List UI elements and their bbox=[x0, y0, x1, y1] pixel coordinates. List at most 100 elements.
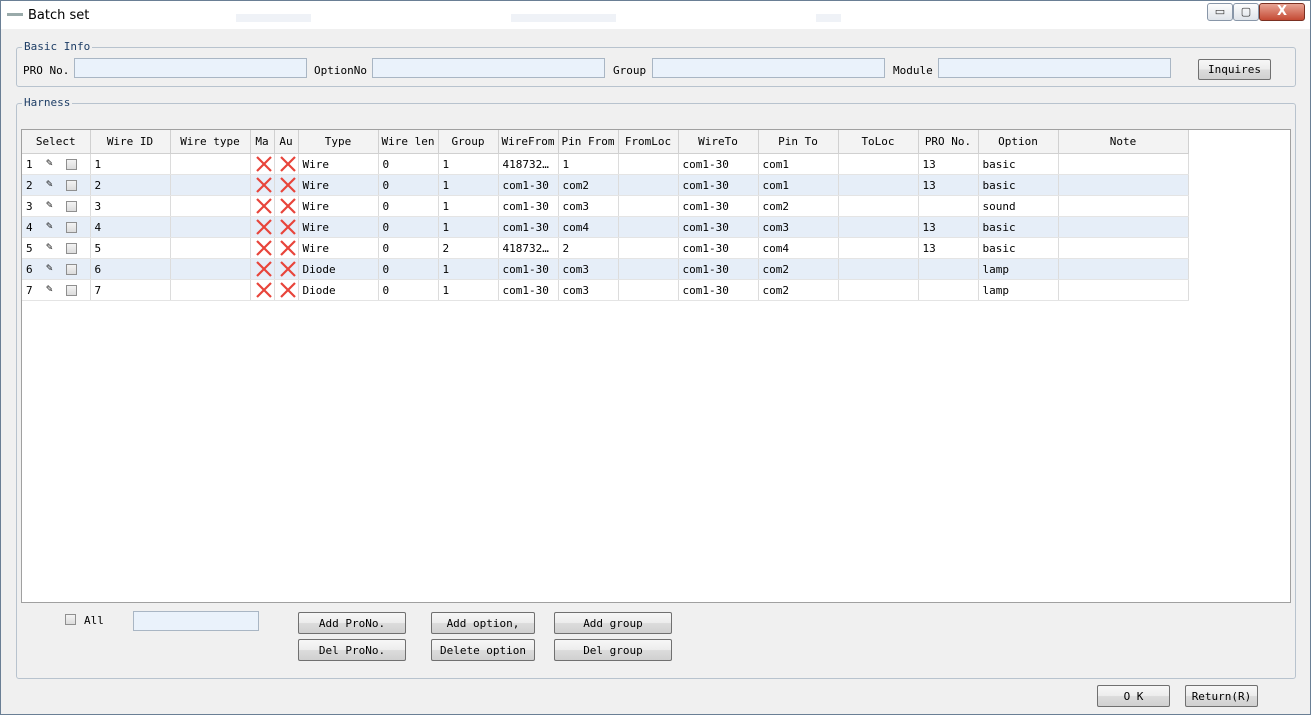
cell-option[interactable]: basic bbox=[978, 153, 1059, 175]
cell-type[interactable]: Diode bbox=[298, 279, 379, 301]
row-checkbox[interactable] bbox=[66, 264, 77, 275]
cell-to-loc[interactable] bbox=[838, 279, 919, 301]
cell-pin-to[interactable]: com3 bbox=[758, 216, 839, 238]
cell-note[interactable] bbox=[1058, 258, 1189, 280]
cell-pin-to[interactable]: com1 bbox=[758, 174, 839, 196]
row-select-cell[interactable]: 7 ✎ bbox=[22, 279, 91, 301]
cell-from-loc[interactable] bbox=[618, 258, 679, 280]
option-no-input[interactable] bbox=[372, 58, 605, 78]
ma-status-cell[interactable] bbox=[250, 216, 275, 238]
cell-to-loc[interactable] bbox=[838, 195, 919, 217]
cell-pin-from[interactable]: com2 bbox=[558, 174, 619, 196]
column-header-to-loc[interactable]: ToLoc bbox=[838, 130, 919, 154]
maximize-button[interactable]: ▢ bbox=[1233, 3, 1259, 21]
cell-to-loc[interactable] bbox=[838, 153, 919, 175]
column-header-wire-type[interactable]: Wire type bbox=[170, 130, 251, 154]
au-status-cell[interactable] bbox=[274, 216, 299, 238]
ma-status-cell[interactable] bbox=[250, 153, 275, 175]
cell-option[interactable]: basic bbox=[978, 174, 1059, 196]
cell-wire-type[interactable] bbox=[170, 216, 251, 238]
row-select-cell[interactable]: 1 ✎ bbox=[22, 153, 91, 175]
cell-wire-len[interactable]: 0 bbox=[378, 195, 439, 217]
cell-pro-no[interactable] bbox=[918, 258, 979, 280]
cell-wire-type[interactable] bbox=[170, 195, 251, 217]
cell-wire-type[interactable] bbox=[170, 153, 251, 175]
ma-status-cell[interactable] bbox=[250, 279, 275, 301]
cell-type[interactable]: Diode bbox=[298, 258, 379, 280]
cell-type[interactable]: Wire bbox=[298, 153, 379, 175]
column-header-pin-from[interactable]: Pin From bbox=[558, 130, 619, 154]
cell-group[interactable]: 1 bbox=[438, 174, 499, 196]
cell-group[interactable]: 1 bbox=[438, 258, 499, 280]
pro-no-input[interactable] bbox=[74, 58, 307, 78]
au-status-cell[interactable] bbox=[274, 258, 299, 280]
close-button[interactable]: X bbox=[1259, 3, 1305, 21]
column-header-type[interactable]: Type bbox=[298, 130, 379, 154]
cell-wire-from[interactable]: 418732… bbox=[498, 237, 559, 259]
au-status-cell[interactable] bbox=[274, 153, 299, 175]
cell-wire-len[interactable]: 0 bbox=[378, 258, 439, 280]
table-row[interactable]: 1 ✎ 1 Wire 0 1 418732… 1 com1-30 com1 13 basic bbox=[22, 153, 1189, 175]
cell-pin-from[interactable]: com3 bbox=[558, 258, 619, 280]
title-bar[interactable]: Batch set ▭ ▢ X bbox=[1, 1, 1310, 29]
cell-group[interactable]: 1 bbox=[438, 153, 499, 175]
ma-status-cell[interactable] bbox=[250, 195, 275, 217]
del-group-button[interactable]: Del group bbox=[554, 639, 672, 661]
row-checkbox[interactable] bbox=[66, 159, 77, 170]
row-select-cell[interactable]: 6 ✎ bbox=[22, 258, 91, 280]
cell-pin-to[interactable]: com4 bbox=[758, 237, 839, 259]
return-button[interactable]: Return(R) bbox=[1185, 685, 1258, 707]
ma-status-cell[interactable] bbox=[250, 237, 275, 259]
cell-wire-type[interactable] bbox=[170, 258, 251, 280]
ma-status-cell[interactable] bbox=[250, 174, 275, 196]
row-select-cell[interactable]: 2 ✎ bbox=[22, 174, 91, 196]
cell-from-loc[interactable] bbox=[618, 216, 679, 238]
cell-wire-id[interactable]: 4 bbox=[90, 216, 171, 238]
cell-wire-id[interactable]: 5 bbox=[90, 237, 171, 259]
cell-wire-id[interactable]: 7 bbox=[90, 279, 171, 301]
cell-pin-from[interactable]: 1 bbox=[558, 153, 619, 175]
cell-wire-type[interactable] bbox=[170, 174, 251, 196]
cell-from-loc[interactable] bbox=[618, 237, 679, 259]
table-row[interactable]: 5 ✎ 5 Wire 0 2 418732… 2 com1-30 com4 13 basic bbox=[22, 237, 1189, 259]
row-checkbox[interactable] bbox=[66, 201, 77, 212]
del-pro-no-button[interactable]: Del ProNo. bbox=[298, 639, 406, 661]
cell-group[interactable]: 1 bbox=[438, 195, 499, 217]
cell-wire-id[interactable]: 6 bbox=[90, 258, 171, 280]
cell-wire-to[interactable]: com1-30 bbox=[678, 195, 759, 217]
cell-note[interactable] bbox=[1058, 195, 1189, 217]
cell-wire-len[interactable]: 0 bbox=[378, 237, 439, 259]
cell-from-loc[interactable] bbox=[618, 174, 679, 196]
cell-wire-from[interactable]: com1-30 bbox=[498, 258, 559, 280]
cell-pro-no[interactable] bbox=[918, 195, 979, 217]
cell-wire-id[interactable]: 1 bbox=[90, 153, 171, 175]
row-select-cell[interactable]: 5 ✎ bbox=[22, 237, 91, 259]
delete-option-button[interactable]: Delete option bbox=[431, 639, 535, 661]
cell-pin-from[interactable]: com3 bbox=[558, 195, 619, 217]
cell-note[interactable] bbox=[1058, 153, 1189, 175]
column-header-select[interactable]: Select bbox=[22, 130, 91, 154]
cell-group[interactable]: 1 bbox=[438, 279, 499, 301]
cell-pin-from[interactable]: 2 bbox=[558, 237, 619, 259]
cell-wire-from[interactable]: 418732… bbox=[498, 153, 559, 175]
add-option-button[interactable]: Add option, bbox=[431, 612, 535, 634]
table-row[interactable]: 6 ✎ 6 Diode 0 1 com1-30 com3 com1-30 com2 lamp bbox=[22, 258, 1189, 280]
column-header-wire-from[interactable]: WireFrom bbox=[498, 130, 559, 154]
column-header-ma[interactable]: Ma bbox=[250, 130, 275, 154]
cell-wire-type[interactable] bbox=[170, 237, 251, 259]
cell-option[interactable]: lamp bbox=[978, 279, 1059, 301]
au-status-cell[interactable] bbox=[274, 174, 299, 196]
add-pro-no-button[interactable]: Add ProNo. bbox=[298, 612, 406, 634]
cell-wire-len[interactable]: 0 bbox=[378, 279, 439, 301]
cell-pin-from[interactable]: com4 bbox=[558, 216, 619, 238]
cell-note[interactable] bbox=[1058, 216, 1189, 238]
cell-pro-no[interactable]: 13 bbox=[918, 153, 979, 175]
cell-pin-from[interactable]: com3 bbox=[558, 279, 619, 301]
cell-pro-no[interactable]: 13 bbox=[918, 174, 979, 196]
table-row[interactable]: 4 ✎ 4 Wire 0 1 com1-30 com4 com1-30 com3 13 basic bbox=[22, 216, 1189, 238]
batch-value-input[interactable] bbox=[133, 611, 259, 631]
cell-wire-type[interactable] bbox=[170, 279, 251, 301]
cell-pro-no[interactable] bbox=[918, 279, 979, 301]
cell-wire-len[interactable]: 0 bbox=[378, 216, 439, 238]
cell-pro-no[interactable]: 13 bbox=[918, 216, 979, 238]
